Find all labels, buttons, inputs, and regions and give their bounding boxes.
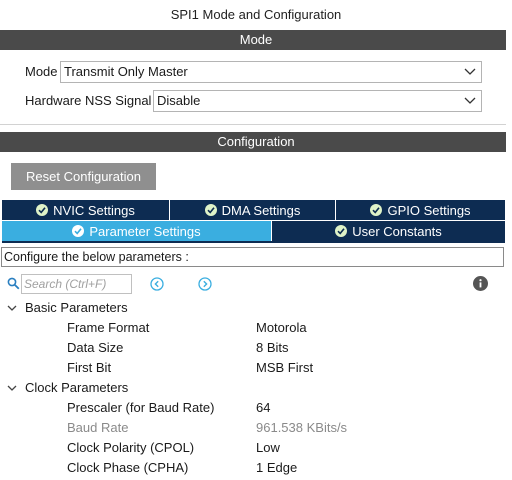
group-clock-parameters[interactable]: Clock Parameters bbox=[25, 380, 128, 396]
param-cpha-value[interactable]: 1 Edge bbox=[256, 460, 297, 476]
param-cpol-label: Clock Polarity (CPOL) bbox=[67, 440, 195, 455]
tab-label: DMA Settings bbox=[221, 202, 301, 218]
check-circle-icon bbox=[335, 225, 348, 237]
param-cpol-value[interactable]: Low bbox=[256, 440, 280, 456]
param-prescaler-label: Prescaler (for Baud Rate) bbox=[67, 400, 215, 415]
param-prescaler-value[interactable]: 64 bbox=[256, 400, 270, 416]
search-input[interactable] bbox=[22, 276, 128, 292]
config-section-header: Configuration bbox=[0, 132, 512, 152]
param-baud-rate-value: 961.538 KBits/s bbox=[256, 420, 348, 435]
param-cpha-label: Clock Phase (CPHA) bbox=[67, 460, 189, 475]
chevron-down-icon[interactable] bbox=[6, 302, 18, 314]
group-basic-parameters[interactable]: Basic Parameters bbox=[25, 300, 128, 316]
mode-section-header: Mode bbox=[0, 30, 512, 50]
tab-user-constants[interactable]: User Constants bbox=[272, 221, 505, 241]
tab-nvic-settings[interactable]: NVIC Settings bbox=[2, 200, 170, 220]
nss-select[interactable]: Disable bbox=[153, 90, 482, 112]
check-circle-icon bbox=[72, 225, 85, 237]
param-baud-rate-label: Baud Rate bbox=[67, 420, 129, 435]
chevron-down-icon bbox=[464, 68, 476, 75]
chevron-down-icon bbox=[464, 97, 476, 104]
tab-underline bbox=[2, 241, 505, 243]
scrollbar-track[interactable] bbox=[506, 0, 512, 480]
tab-gpio-settings[interactable]: GPIO Settings bbox=[336, 200, 505, 220]
info-icon[interactable] bbox=[473, 276, 488, 291]
nss-select-value: Disable bbox=[157, 93, 201, 108]
configure-instruction: Configure the below parameters : bbox=[1, 247, 504, 267]
check-circle-icon bbox=[370, 204, 383, 216]
search-box bbox=[21, 274, 132, 294]
arrow-left-circle-icon[interactable] bbox=[150, 277, 164, 291]
param-frame-format-label: Frame Format bbox=[67, 320, 150, 335]
section-divider bbox=[0, 124, 512, 125]
check-circle-icon bbox=[36, 204, 49, 216]
tab-label: NVIC Settings bbox=[53, 202, 135, 218]
search-icon bbox=[7, 277, 20, 290]
check-circle-icon bbox=[204, 204, 217, 216]
tab-dma-settings[interactable]: DMA Settings bbox=[170, 200, 336, 220]
param-data-size-value[interactable]: 8 Bits bbox=[256, 340, 289, 356]
chevron-down-icon[interactable] bbox=[6, 382, 18, 394]
tab-label: GPIO Settings bbox=[387, 202, 471, 218]
param-frame-format-value[interactable]: Motorola bbox=[256, 320, 307, 336]
tab-label: Parameter Settings bbox=[89, 223, 201, 239]
param-first-bit-label: First Bit bbox=[67, 360, 112, 375]
mode-label: Mode bbox=[25, 64, 58, 79]
mode-select-value: Transmit Only Master bbox=[64, 64, 188, 79]
param-first-bit-value[interactable]: MSB First bbox=[256, 360, 313, 376]
param-data-size-label: Data Size bbox=[67, 340, 124, 355]
tab-parameter-settings[interactable]: Parameter Settings bbox=[2, 221, 272, 241]
arrow-right-circle-icon[interactable] bbox=[198, 277, 212, 291]
mode-select[interactable]: Transmit Only Master bbox=[60, 61, 482, 83]
reset-configuration-button[interactable]: Reset Configuration bbox=[11, 163, 156, 190]
nss-label: Hardware NSS Signal bbox=[25, 93, 152, 108]
tab-label: User Constants bbox=[352, 223, 442, 239]
window-title: SPI1 Mode and Configuration bbox=[170, 7, 342, 22]
